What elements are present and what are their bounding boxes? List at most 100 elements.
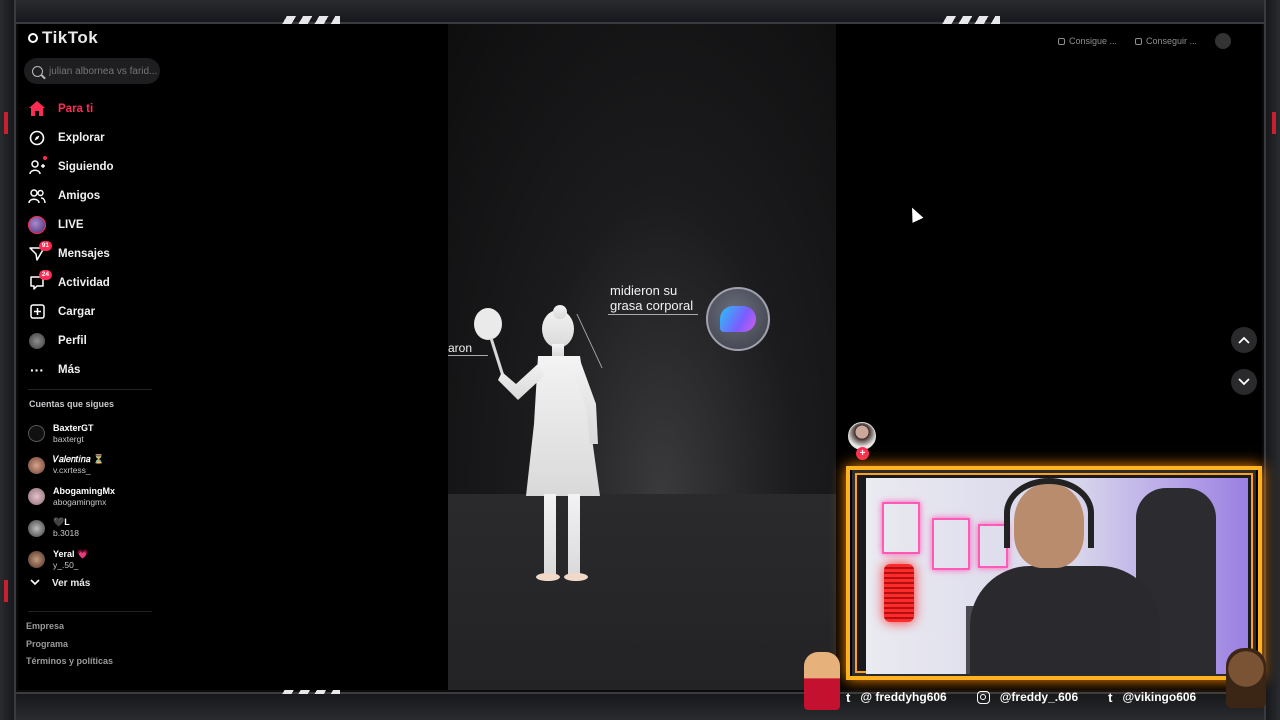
app-icon xyxy=(1135,38,1143,46)
nav-label: LIVE xyxy=(58,218,84,231)
frame-stripes-decoration xyxy=(280,16,340,24)
nav-label: Para ti xyxy=(58,102,94,115)
see-more-button[interactable]: Ver más xyxy=(30,578,90,589)
account-name: BaxterGT xyxy=(53,422,94,433)
sidebar-divider xyxy=(28,389,152,390)
account-name: 🖤L xyxy=(53,517,70,528)
creator-avatar[interactable] xyxy=(848,422,876,450)
sidebar: TikTok Para ti Explorar xyxy=(18,24,178,690)
neon-poster xyxy=(932,518,970,570)
live-avatar-icon xyxy=(26,214,48,236)
compass-icon xyxy=(26,127,48,149)
nav-item-siguiendo[interactable]: Siguiendo xyxy=(26,152,176,181)
following-item[interactable]: BaxterGT baxtergt xyxy=(28,418,168,450)
following-item[interactable]: 𝑉𝑎𝑙𝑒𝑛𝑡𝑖𝑛𝑎 ⏳ v.cxrtess_ xyxy=(28,450,168,482)
video-overlay-caption: midieron su grasa corporal xyxy=(610,283,693,313)
social-item: t @ freddyhg606 xyxy=(846,690,947,705)
search-icon xyxy=(32,65,43,77)
frame-right-bar xyxy=(1264,0,1280,720)
friends-icon xyxy=(26,185,48,207)
frame-stripes-decoration xyxy=(940,16,1000,24)
frame-left-bar xyxy=(0,0,16,720)
coin-icon xyxy=(1058,38,1065,46)
account-username: y_.50_ xyxy=(53,559,79,570)
woman-silhouette-illustration xyxy=(474,305,600,581)
search-input[interactable] xyxy=(49,65,159,77)
live-avatar xyxy=(28,215,46,234)
follow-creator-button[interactable]: + xyxy=(856,447,869,460)
tiktok-logo[interactable]: TikTok xyxy=(28,28,98,48)
nav-item-amigos[interactable]: Amigos xyxy=(26,181,176,210)
following-item[interactable]: Yeral 💗 y_.50_ xyxy=(28,544,168,576)
account-avatar xyxy=(28,551,45,569)
video-player[interactable]: aron midieron su grasa corporal xyxy=(448,24,836,690)
account-name: AbogamingMx xyxy=(53,485,115,496)
account-username: baxtergt xyxy=(53,433,84,444)
nav-label: Mensajes xyxy=(58,247,110,260)
nav-item-perfil[interactable]: Perfil xyxy=(26,326,176,355)
footer-link-programa[interactable]: Programa xyxy=(26,639,113,657)
following-item[interactable]: 🖤L b.3018 xyxy=(28,513,168,545)
account-username: v.cxrtess_ xyxy=(53,465,91,476)
frame-top-bar xyxy=(0,0,1280,24)
nav-label: Más xyxy=(58,363,81,376)
nav-item-cargar[interactable]: Cargar xyxy=(26,297,176,326)
social-handle: @ freddyhg606 xyxy=(860,690,947,704)
instagram-icon xyxy=(976,690,990,704)
topbar-actions: Consigue ... Conseguir ... xyxy=(1058,33,1232,49)
tumblr-icon: t xyxy=(1108,689,1113,705)
inbox-icon: 24 xyxy=(26,269,52,294)
account-username: b.3018 xyxy=(53,528,79,539)
get-app-button[interactable]: Conseguir ... xyxy=(1135,36,1197,46)
social-item: @freddy_.606 xyxy=(976,690,1079,704)
footer-link-empresa[interactable]: Empresa xyxy=(26,621,113,639)
account-name: Yeral 💗 xyxy=(53,548,89,559)
following-list: BaxterGT baxtergt 𝑉𝑎𝑙𝑒𝑛𝑡𝑖𝑛𝑎 ⏳ v.cxrtess_ A… xyxy=(28,418,168,576)
profile-avatar xyxy=(29,332,45,349)
nav-label: Perfil xyxy=(58,334,87,347)
headset xyxy=(1004,478,1094,548)
caption-line-1: midieron su xyxy=(610,283,678,298)
account-name: 𝑉𝑎𝑙𝑒𝑛𝑡𝑖𝑛𝑎 ⏳ xyxy=(53,454,105,465)
social-handle: @vikingo606 xyxy=(1122,690,1197,704)
nav-label: Amigos xyxy=(58,189,101,202)
nav-label: Cargar xyxy=(58,305,96,318)
nav-item-explorar[interactable]: Explorar xyxy=(26,123,176,152)
following-item[interactable]: AbogamingMx abogamingmx xyxy=(28,481,168,513)
notification-dot xyxy=(43,155,47,160)
account-username: abogamingmx xyxy=(53,496,107,507)
caption-line-2: grasa corporal xyxy=(610,298,694,313)
nav-item-para-ti[interactable]: Para ti xyxy=(26,94,176,123)
muscle-badge xyxy=(706,287,770,351)
nav-item-mas[interactable]: ··· Más xyxy=(26,355,176,384)
previous-video-button[interactable] xyxy=(1231,327,1257,353)
next-video-button[interactable] xyxy=(1231,369,1257,395)
search-bar[interactable] xyxy=(24,58,160,84)
nav-item-mensajes[interactable]: 91 Mensajes xyxy=(26,239,176,268)
account-avatar xyxy=(28,456,45,474)
messages-badge: 91 xyxy=(38,240,52,251)
neon-poster xyxy=(882,502,920,554)
cat-mascot-sticker xyxy=(804,652,840,710)
nav-item-actividad[interactable]: 24 Actividad xyxy=(26,268,176,297)
topbar-item-label: Conseguir ... xyxy=(1146,36,1198,46)
footer-link-terminos[interactable]: Términos y políticas xyxy=(26,656,113,674)
following-icon xyxy=(26,155,48,178)
following-section-title: Cuentas que sigues xyxy=(29,399,115,409)
nav-label: Siguiendo xyxy=(58,160,114,173)
get-coins-button[interactable]: Consigue ... xyxy=(1058,36,1117,46)
frame-red-accent xyxy=(4,112,8,134)
red-light-device xyxy=(884,564,914,622)
topbar-item-label: Consigue ... xyxy=(1069,36,1118,46)
social-handle: @freddy_.606 xyxy=(999,690,1079,704)
logo-text: TikTok xyxy=(42,28,99,47)
nav-item-live[interactable]: LIVE xyxy=(26,210,176,239)
account-avatar xyxy=(28,488,45,506)
user-avatar[interactable] xyxy=(1215,33,1232,49)
tumblr-icon: t xyxy=(846,689,851,705)
upload-icon xyxy=(26,301,48,323)
annotation-line xyxy=(448,355,488,356)
home-icon xyxy=(26,98,48,120)
account-avatar xyxy=(28,519,45,537)
chevron-down-icon xyxy=(1238,378,1250,386)
